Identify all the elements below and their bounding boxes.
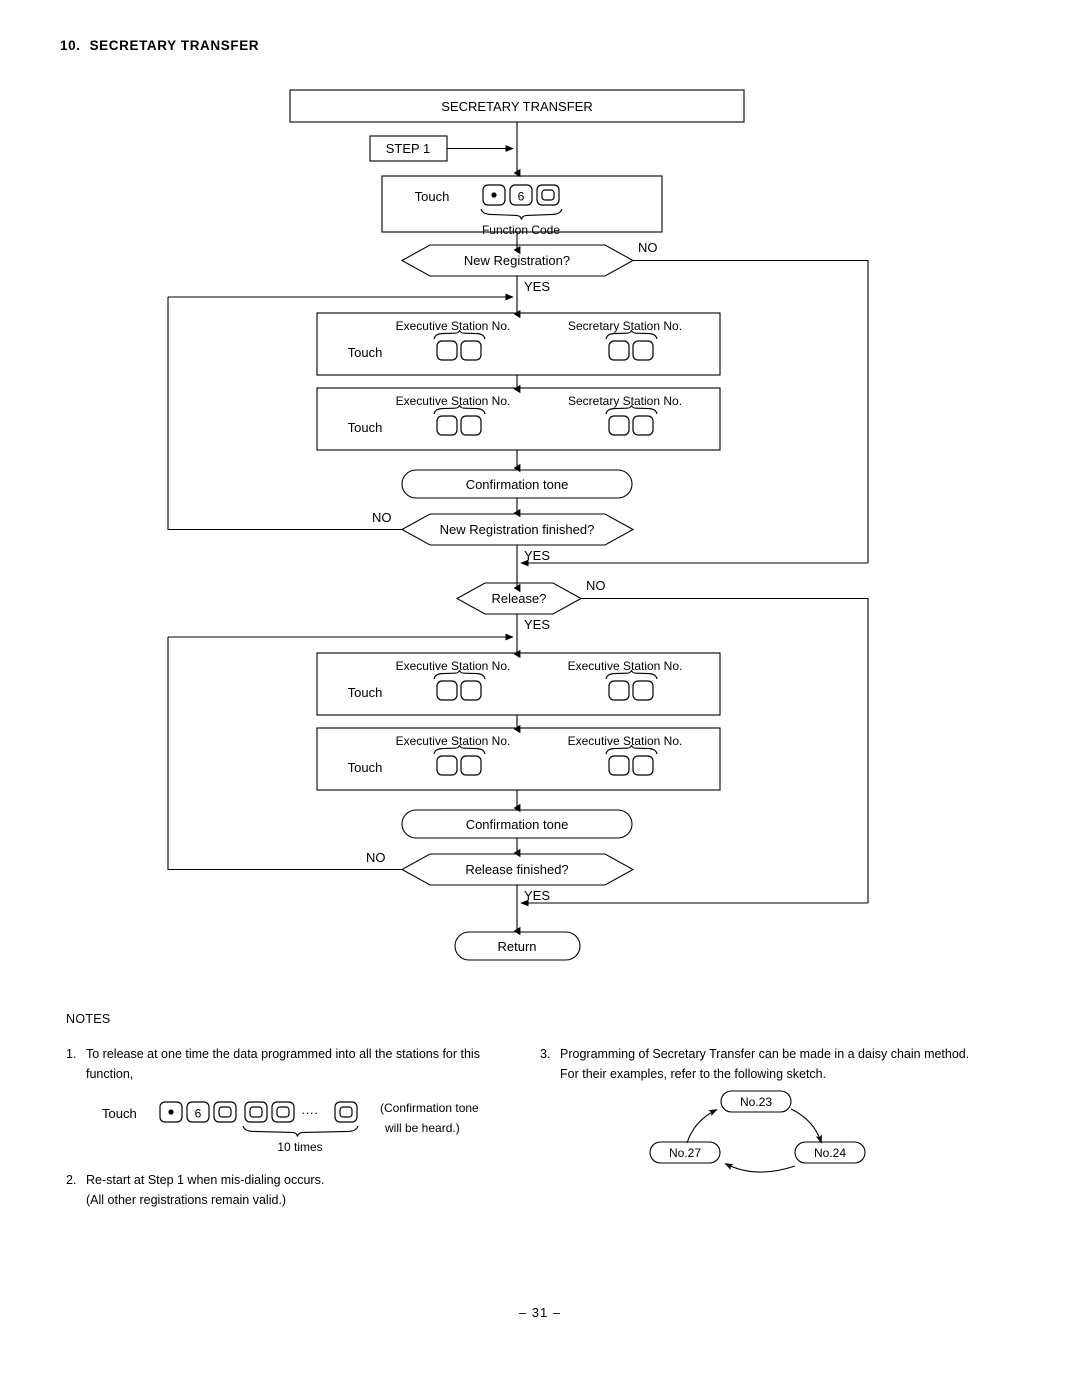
- page-title-number: 10.: [60, 38, 81, 53]
- station-key-pair-right: [605, 405, 658, 436]
- secretary-station-label: Secretary Station No.: [568, 394, 682, 408]
- page-number: – 31 –: [518, 1305, 562, 1320]
- decision-new-registration-finished-text: New Registration finished?: [440, 522, 595, 537]
- note-1-result-line2: will be heard.): [384, 1121, 460, 1135]
- touch-label: Touch: [348, 685, 383, 700]
- svg-text:6: 6: [518, 190, 525, 204]
- note-text-line1: Programming of Secretary Transfer can be…: [560, 1047, 970, 1061]
- note-text-line1: Re-start at Step 1 when mis-dialing occu…: [86, 1172, 325, 1187]
- blank-key-icon: [244, 1100, 268, 1123]
- decision-release-finished-no: NO: [366, 850, 386, 865]
- touch-label: Touch: [348, 345, 383, 360]
- daisy-node-bottom-right-label: No.24: [814, 1146, 846, 1160]
- step-1-label: STEP 1: [386, 141, 431, 156]
- decision-release-finished-yes: YES: [524, 888, 550, 903]
- station-key-pair-right: [605, 745, 658, 776]
- note-1-brace-caption: 10 times: [277, 1140, 322, 1154]
- return-box: Return: [454, 931, 581, 961]
- return-label: Return: [497, 939, 536, 954]
- decision-release-finished: Release finished?: [400, 853, 635, 886]
- station-key-pair-left: [433, 670, 486, 701]
- note-number: 1.: [66, 1047, 77, 1061]
- daisy-node-bottom-left: No.27: [649, 1141, 721, 1164]
- notes-heading: NOTES: [66, 1012, 111, 1026]
- decision-release-finished-text: Release finished?: [465, 862, 568, 877]
- confirmation-tone-2: Confirmation tone: [401, 809, 633, 839]
- station-key-pair-left: [433, 745, 486, 776]
- svg-text:6: 6: [195, 1106, 202, 1120]
- note-1-touch-label: Touch: [102, 1106, 137, 1121]
- touch-label: Touch: [348, 760, 383, 775]
- flow-title-box: SECRETARY TRANSFER: [289, 89, 745, 123]
- executive-station-label-left: Executive Station No.: [396, 734, 511, 748]
- daisy-chain-sketch: No.23 No.24 No.27: [649, 1090, 866, 1173]
- step-1-box: STEP 1: [369, 135, 448, 162]
- touch-label: Touch: [348, 420, 383, 435]
- touch-block-new-reg-2: Touch Executive Station No. Secretary St…: [316, 387, 721, 451]
- daisy-node-bottom-left-label: No.27: [669, 1146, 701, 1160]
- function-code-caption: Function Code: [482, 223, 560, 237]
- executive-station-label: Executive Station No.: [396, 319, 511, 333]
- blank-key-icon: [536, 184, 560, 206]
- note-text-line2: function,: [86, 1067, 134, 1082]
- decision-release-yes: YES: [524, 617, 550, 632]
- secretary-transfer-flowchart: SECRETARY TRANSFER STEP 1 Touch 6 Functi…: [167, 89, 869, 961]
- note-1-key-sequence: Touch 6 ···· 10 times (Confirmation tone…: [102, 1100, 479, 1154]
- station-key-pair-left: [433, 330, 486, 361]
- decision-release: Release?: [455, 582, 583, 615]
- confirmation-tone-text: Confirmation tone: [466, 477, 569, 492]
- decision-new-registration-text: New Registration?: [464, 253, 570, 268]
- confirmation-tone-1: Confirmation tone: [401, 469, 633, 499]
- notes-right-column: 3. Programming of Secretary Transfer can…: [540, 1044, 1010, 1091]
- note-1-ellipsis: ····: [301, 1105, 318, 1120]
- decision-release-text: Release?: [492, 591, 547, 606]
- decision-new-registration-yes: YES: [524, 279, 550, 294]
- executive-station-label-left: Executive Station No.: [396, 659, 511, 673]
- confirmation-tone-text: Confirmation tone: [466, 817, 569, 832]
- dot-key-icon: [159, 1100, 183, 1123]
- six-key-icon: 6: [186, 1100, 210, 1123]
- daisy-node-top: No.23: [720, 1090, 792, 1113]
- touch-block-release-1: Touch Executive Station No. Executive St…: [316, 652, 721, 716]
- decision-new-registration-finished: New Registration finished?: [400, 513, 635, 546]
- flow-title-text: SECRETARY TRANSFER: [441, 99, 592, 114]
- function-code-block: Touch 6 Function Code: [381, 175, 663, 237]
- touch-block-new-reg-1: Touch Executive Station No. Secretary St…: [316, 312, 721, 376]
- daisy-node-bottom-right: No.24: [794, 1141, 866, 1164]
- page-title-text: SECRETARY TRANSFER: [89, 38, 260, 53]
- function-code-touch-label: Touch: [415, 189, 450, 204]
- secretary-station-label: Secretary Station No.: [568, 319, 682, 333]
- executive-station-label-right: Executive Station No.: [568, 734, 683, 748]
- document-page: 10. SECRETARY TRANSFER SECRETARY TRANSFER…: [0, 0, 1080, 1397]
- page-title: 10. SECRETARY TRANSFER: [60, 38, 259, 53]
- station-key-pair-right: [605, 330, 658, 361]
- dot-key-icon: [482, 184, 506, 206]
- six-key-icon: 6: [509, 184, 533, 206]
- note-item-2: 2. Re-start at Step 1 when mis-dialing o…: [66, 1170, 546, 1211]
- note-number: 3.: [540, 1047, 551, 1061]
- decision-new-registration-no: NO: [638, 240, 658, 255]
- note-1-result-line1: (Confirmation tone: [380, 1101, 479, 1115]
- note-item-3: 3. Programming of Secretary Transfer can…: [540, 1044, 1010, 1085]
- daisy-node-top-label: No.23: [740, 1095, 772, 1109]
- blank-key-icon: [271, 1100, 295, 1123]
- decision-release-no: NO: [586, 578, 606, 593]
- note-text-line2: (All other registrations remain valid.): [86, 1192, 287, 1207]
- decision-new-registration-finished-yes: YES: [524, 548, 550, 563]
- blank-key-icon: [213, 1100, 237, 1123]
- note-text-line2: For their examples, refer to the followi…: [560, 1067, 827, 1082]
- executive-station-label: Executive Station No.: [396, 394, 511, 408]
- executive-station-label-right: Executive Station No.: [568, 659, 683, 673]
- touch-block-release-2: Touch Executive Station No. Executive St…: [316, 727, 721, 791]
- note-number: 2.: [66, 1172, 77, 1187]
- blank-key-icon: [334, 1100, 358, 1123]
- notes-left-column: 1. To release at one time the data progr…: [66, 1044, 546, 1216]
- station-key-pair-left: [433, 405, 486, 436]
- decision-new-registration-finished-no: NO: [372, 510, 392, 525]
- note-text-line1: To release at one time the data programm…: [86, 1047, 480, 1061]
- note-item-1: 1. To release at one time the data progr…: [66, 1044, 546, 1156]
- station-key-pair-right: [605, 670, 658, 701]
